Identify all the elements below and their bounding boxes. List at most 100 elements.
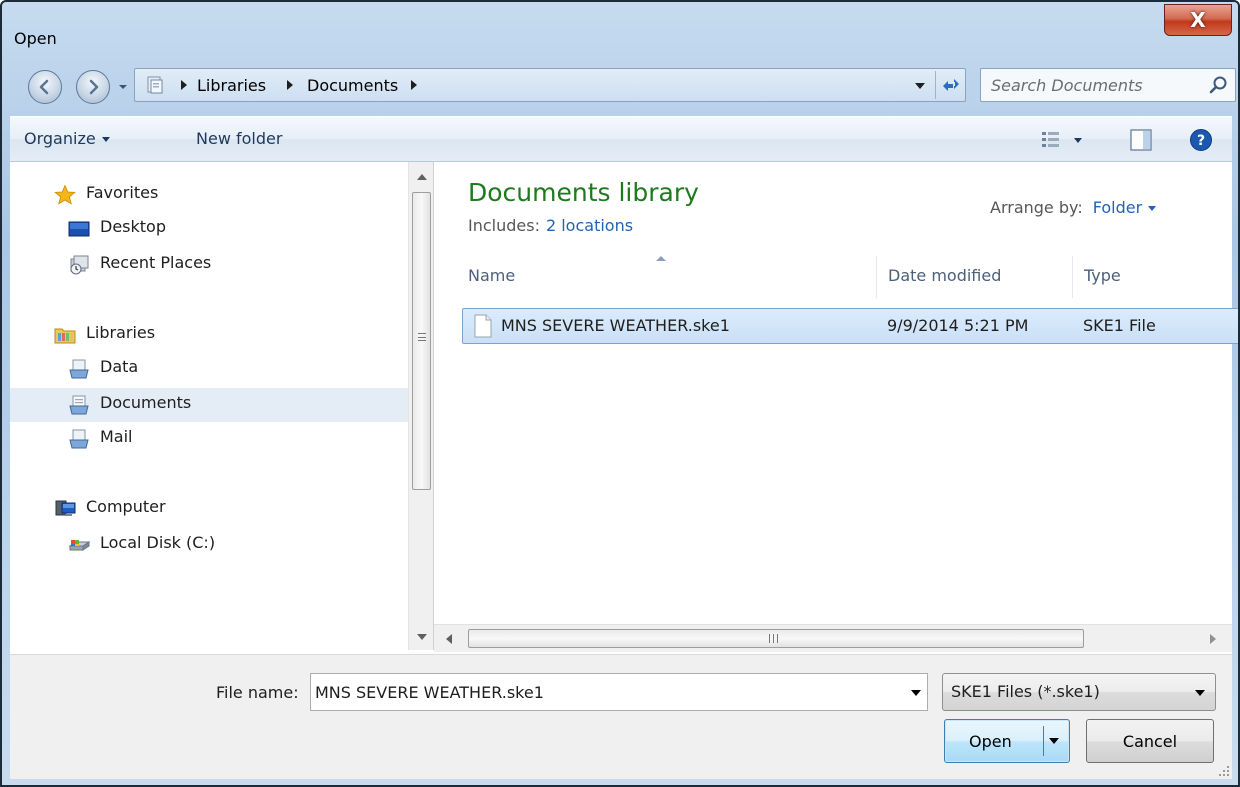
navigation-pane[interactable]: Favorites Desktop Recent Places Librarie…	[10, 162, 408, 654]
view-options-dropdown[interactable]	[1070, 127, 1086, 153]
file-list-horizontal-scrollbar[interactable]	[434, 624, 1232, 652]
open-file-dialog: Open X Libraries Documents Search Docume…	[0, 0, 1240, 787]
file-list-pane[interactable]: Documents library Includes: 2 locations A…	[434, 162, 1238, 624]
back-button[interactable]	[28, 70, 62, 104]
forward-button[interactable]	[76, 70, 110, 104]
open-button-label: Open	[969, 732, 1012, 751]
arrow-left-icon	[39, 79, 49, 95]
library-includes: Includes: 2 locations	[468, 216, 633, 235]
file-icon	[474, 314, 492, 338]
locations-link[interactable]: 2 locations	[546, 216, 633, 235]
nav-item-favorites[interactable]: Favorites	[10, 178, 408, 212]
nav-item-data[interactable]: Data	[10, 352, 408, 386]
organize-label: Organize	[24, 129, 96, 148]
split-divider	[1043, 726, 1044, 756]
file-row[interactable]: MNS SEVERE WEATHER.ske1 9/9/2014 5:21 PM…	[462, 308, 1238, 344]
arrange-by: Arrange by: Folder	[990, 198, 1157, 217]
file-selection-area: File name: SKE1 Files (*.ske1) Open Canc…	[10, 654, 1232, 779]
documents-library-icon	[69, 395, 89, 415]
arrow-right-icon	[89, 79, 99, 95]
close-icon: X	[1190, 8, 1206, 32]
file-name-combobox[interactable]	[310, 673, 928, 711]
scroll-down-icon[interactable]	[417, 634, 427, 640]
scroll-up-icon[interactable]	[417, 174, 427, 180]
computer-icon	[55, 500, 76, 516]
cancel-button[interactable]: Cancel	[1086, 719, 1214, 763]
help-icon: ?	[1190, 129, 1212, 151]
help-button[interactable]: ?	[1188, 127, 1214, 153]
nav-item-mail[interactable]: Mail	[10, 422, 408, 456]
libraries-icon	[54, 328, 76, 344]
refresh-button[interactable]	[935, 71, 965, 99]
nav-item-local-disk[interactable]: Local Disk (C:)	[10, 528, 408, 562]
details-view-icon	[1042, 132, 1059, 147]
recent-pages-dropdown-icon[interactable]	[116, 80, 130, 94]
close-button[interactable]: X	[1164, 4, 1232, 36]
library-folder-icon	[69, 359, 89, 379]
nav-item-computer[interactable]: Computer	[10, 492, 408, 526]
address-dropdown-icon[interactable]	[913, 79, 927, 93]
breadcrumb-arrow-icon[interactable]	[285, 79, 295, 91]
nav-item-label: Local Disk (C:)	[100, 533, 216, 552]
file-name-input[interactable]	[315, 680, 895, 704]
scrollbar-thumb[interactable]	[412, 192, 431, 490]
nav-item-label: Recent Places	[100, 253, 212, 272]
breadcrumb-arrow-icon[interactable]	[179, 79, 189, 91]
cancel-button-label: Cancel	[1122, 732, 1178, 751]
nav-item-label: Computer	[86, 497, 166, 516]
main-area: Favorites Desktop Recent Places Librarie…	[10, 162, 1238, 654]
nav-item-documents[interactable]: Documents	[10, 388, 408, 422]
search-icon[interactable]	[1209, 75, 1229, 95]
open-options-dropdown-icon[interactable]	[1049, 738, 1059, 744]
nav-item-recent-places[interactable]: Recent Places	[10, 248, 408, 282]
nav-item-desktop[interactable]: Desktop	[10, 212, 408, 246]
svg-text:?: ?	[1197, 133, 1205, 149]
search-input[interactable]	[991, 73, 1191, 97]
refresh-icon	[942, 79, 959, 91]
new-folder-label: New folder	[196, 129, 283, 148]
file-type-value: SKE1 Files (*.ske1)	[951, 682, 1100, 701]
preview-pane-icon	[1130, 129, 1152, 151]
breadcrumb-documents[interactable]: Documents	[307, 76, 398, 95]
libraries-icon	[147, 76, 163, 94]
scroll-right-icon[interactable]	[1210, 634, 1216, 644]
nav-item-label: Mail	[100, 427, 133, 446]
open-button[interactable]: Open	[944, 719, 1070, 763]
library-folder-icon	[69, 429, 89, 449]
breadcrumb-arrow-icon[interactable]	[409, 79, 419, 91]
new-folder-button[interactable]: New folder	[196, 129, 282, 148]
library-title: Documents library	[468, 178, 699, 207]
column-divider[interactable]	[876, 256, 877, 298]
organize-button[interactable]: Organize	[24, 129, 110, 148]
arrange-label: Arrange by:	[990, 198, 1083, 217]
recent-places-icon	[70, 255, 89, 275]
preview-pane-button[interactable]	[1128, 127, 1154, 153]
change-view-button[interactable]	[1038, 127, 1064, 153]
window-title: Open	[14, 29, 57, 48]
column-divider[interactable]	[1072, 256, 1073, 298]
title-bar[interactable]: Open X	[2, 2, 1238, 64]
sort-ascending-icon	[656, 256, 666, 261]
grip-icon	[418, 333, 426, 341]
nav-item-label: Favorites	[86, 183, 159, 202]
file-type-select[interactable]: SKE1 Files (*.ske1)	[942, 673, 1216, 711]
chevron-down-icon	[1074, 137, 1082, 143]
file-type: SKE1 File	[1083, 316, 1156, 335]
nav-item-libraries[interactable]: Libraries	[10, 318, 408, 352]
nav-item-label: Data	[100, 357, 139, 376]
command-toolbar: Organize New folder ?	[10, 116, 1232, 162]
address-bar[interactable]: Libraries Documents	[134, 68, 966, 102]
file-name-label: File name:	[216, 683, 299, 702]
resize-grip-icon[interactable]	[1218, 765, 1230, 777]
arrange-dropdown[interactable]: Folder	[1093, 198, 1157, 217]
includes-label: Includes:	[468, 216, 540, 235]
scroll-left-icon[interactable]	[446, 634, 452, 644]
file-name: MNS SEVERE WEATHER.ske1	[501, 316, 730, 335]
breadcrumb-libraries[interactable]: Libraries	[197, 76, 266, 95]
search-box[interactable]	[980, 68, 1236, 102]
chevron-down-icon	[101, 137, 110, 142]
chevron-down-icon[interactable]	[911, 690, 921, 696]
star-icon	[54, 184, 76, 205]
scrollbar-thumb[interactable]	[468, 629, 1084, 648]
nav-pane-scrollbar[interactable]	[408, 162, 434, 650]
